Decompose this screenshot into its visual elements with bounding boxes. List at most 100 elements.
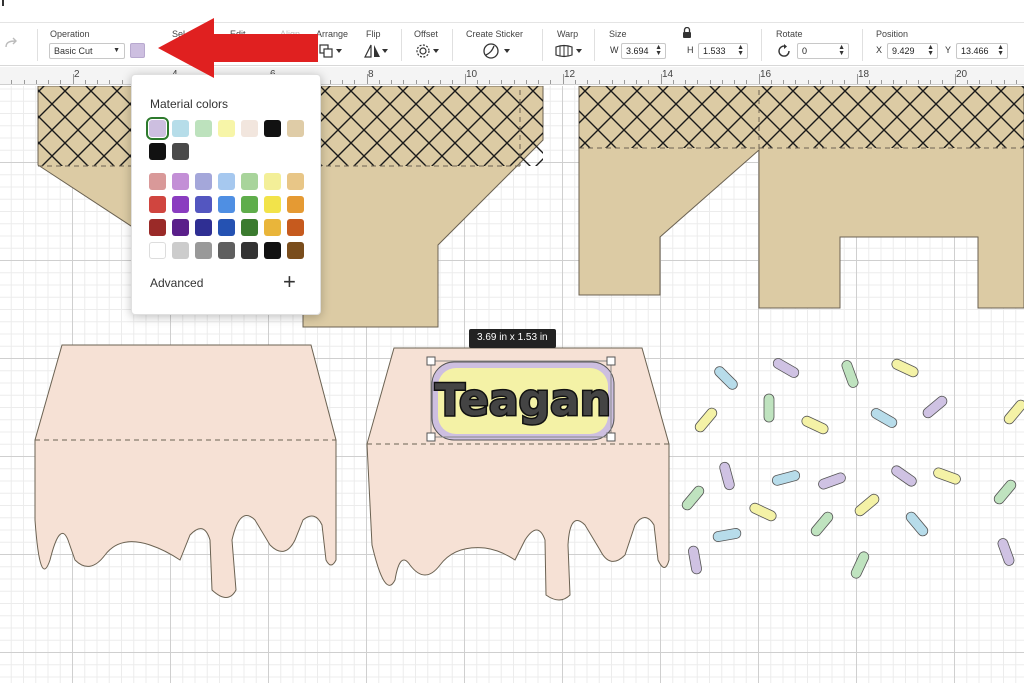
sprinkle-shape[interactable] [869, 407, 898, 430]
ruler-tick [391, 80, 392, 84]
sprinkle-shape[interactable] [853, 492, 881, 518]
sprinkle-shape[interactable] [921, 394, 949, 420]
plus-icon[interactable]: + [283, 271, 296, 293]
color-swatch[interactable] [172, 143, 189, 160]
color-swatch[interactable] [195, 196, 212, 213]
sprinkle-shape[interactable] [890, 358, 920, 379]
color-swatch[interactable] [146, 117, 169, 140]
y-prefix: Y [945, 45, 952, 55]
sprinkle-shape[interactable] [771, 470, 801, 487]
cone-piece-right[interactable] [578, 86, 1024, 309]
sprinkle-shape[interactable] [719, 461, 736, 491]
color-swatch[interactable] [218, 219, 235, 236]
sprinkle-shape[interactable] [800, 415, 830, 436]
ruler-tick [562, 74, 564, 84]
color-swatch[interactable] [195, 242, 212, 259]
sprinkle-shape[interactable] [992, 478, 1018, 506]
flip-label: Flip [366, 29, 381, 39]
drip-piece-left[interactable] [34, 344, 337, 598]
color-swatch[interactable] [218, 173, 235, 190]
color-swatch[interactable] [287, 120, 304, 137]
color-swatch[interactable] [172, 196, 189, 213]
x-prefix: X [876, 45, 883, 55]
color-swatch[interactable] [241, 120, 258, 137]
width-input[interactable]: 3.694 ▲ ▼ [621, 43, 666, 59]
sprinkle-shape[interactable] [763, 393, 775, 423]
color-swatch[interactable] [287, 173, 304, 190]
ruler-tick [868, 80, 870, 84]
color-swatch[interactable] [264, 196, 281, 213]
sprinkle-shape[interactable] [688, 545, 703, 575]
sprinkle-shape[interactable] [693, 406, 719, 434]
sprinkle-shape[interactable] [713, 365, 740, 392]
color-swatch[interactable] [241, 219, 258, 236]
ruler-tick [734, 80, 735, 84]
spinner-icon[interactable]: ▲ ▼ [737, 44, 744, 57]
color-swatch[interactable] [172, 173, 189, 190]
sprinkle-shape[interactable] [817, 472, 847, 491]
color-swatch[interactable] [264, 173, 281, 190]
color-swatch[interactable] [149, 242, 166, 259]
color-swatch[interactable] [195, 219, 212, 236]
color-swatch[interactable] [241, 242, 258, 259]
annotation-arrow-icon [158, 18, 318, 78]
x-position-input[interactable]: 9.429 ▲ ▼ [887, 43, 938, 59]
color-swatch[interactable] [287, 219, 304, 236]
sprinkle-shape[interactable] [680, 484, 706, 512]
spinner-icon[interactable]: ▲ ▼ [655, 44, 662, 57]
y-position-input[interactable]: 13.466 ▲ ▼ [956, 43, 1008, 59]
sprinkle-shape[interactable] [809, 510, 835, 538]
color-swatch[interactable] [149, 219, 166, 236]
rotate-input[interactable]: 0 ▲ ▼ [797, 43, 849, 59]
sprinkle-shape[interactable] [748, 502, 778, 523]
ruler-tick [721, 80, 723, 84]
ruler-tick [795, 80, 797, 84]
sprinkle-shape[interactable] [712, 528, 742, 543]
sticker-icon[interactable] [482, 43, 512, 59]
ruler-number: 12 [564, 69, 576, 80]
color-swatch[interactable] [172, 120, 189, 137]
color-swatch[interactable] [264, 242, 281, 259]
sprinkle-shape[interactable] [841, 359, 860, 389]
color-swatch[interactable] [218, 196, 235, 213]
warp-icon[interactable] [554, 43, 584, 59]
sprinkle-shape[interactable] [1002, 398, 1024, 426]
spinner-icon[interactable]: ▲ ▼ [927, 44, 934, 57]
color-swatch[interactable] [149, 173, 166, 190]
sprinkle-shape[interactable] [997, 537, 1016, 567]
sprinkles-layer[interactable] [680, 357, 1024, 580]
offset-icon[interactable] [414, 43, 440, 59]
sprinkle-shape[interactable] [850, 550, 871, 580]
color-swatch[interactable] [264, 120, 281, 137]
color-swatch[interactable] [241, 173, 258, 190]
arrange-icon[interactable] [318, 43, 344, 59]
sprinkle-shape[interactable] [890, 464, 919, 488]
spinner-icon[interactable]: ▲ ▼ [997, 44, 1004, 57]
color-swatch[interactable] [172, 219, 189, 236]
sprinkle-shape[interactable] [771, 357, 800, 380]
material-color-swatch[interactable] [130, 43, 145, 58]
color-swatch[interactable] [287, 242, 304, 259]
color-swatch[interactable] [195, 120, 212, 137]
color-swatch[interactable] [195, 173, 212, 190]
operation-select[interactable]: Basic Cut ▼ [49, 43, 125, 59]
color-swatch[interactable] [218, 242, 235, 259]
color-swatch[interactable] [149, 143, 166, 160]
spinner-icon[interactable]: ▲ ▼ [838, 44, 845, 57]
color-swatch[interactable] [287, 196, 304, 213]
advanced-label[interactable]: Advanced [150, 276, 203, 290]
operation-label: Operation [50, 29, 90, 39]
color-swatch[interactable] [172, 242, 189, 259]
color-swatch[interactable] [264, 219, 281, 236]
sprinkle-shape[interactable] [904, 510, 930, 538]
rotate-icon[interactable] [776, 43, 792, 59]
teagan-text-layer[interactable]: Teagan [426, 356, 616, 442]
color-swatch[interactable] [218, 120, 235, 137]
lock-icon[interactable] [682, 27, 692, 39]
flip-icon[interactable] [363, 43, 389, 59]
sprinkle-shape[interactable] [932, 467, 962, 486]
height-input[interactable]: 1.533 ▲ ▼ [698, 43, 748, 59]
color-swatch[interactable] [241, 196, 258, 213]
color-swatch[interactable] [149, 196, 166, 213]
redo-icon[interactable] [4, 37, 20, 51]
